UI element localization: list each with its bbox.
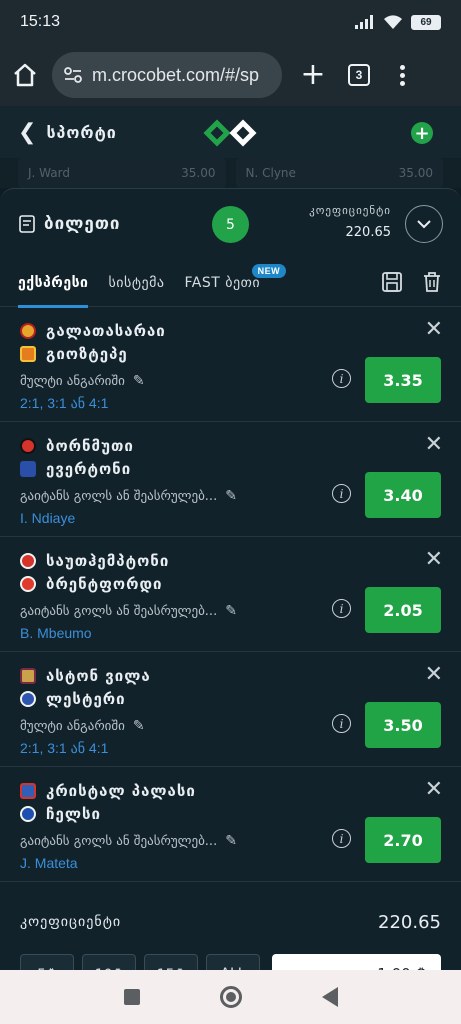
page-title: სპორტი — [46, 122, 117, 142]
stake-chip-all[interactable]: ALL — [206, 954, 260, 970]
edit-icon[interactable]: ✎ — [225, 833, 237, 849]
odds-button[interactable]: 2.05 — [365, 587, 441, 633]
betslip-panel: ბილეთი 5 კოეფიციენტი 220.65 ექსპრესი სის… — [0, 188, 461, 970]
bet-item: გალათასარაი გიოზტეპე მულტი ანგარიში ✎ 2:1… — [0, 307, 461, 422]
total-value: 220.65 — [378, 911, 441, 933]
tab-switcher-button[interactable]: 3 — [348, 64, 370, 86]
wifi-icon — [384, 14, 402, 29]
remove-bet-icon[interactable]: ✕ — [425, 662, 443, 687]
odds-button[interactable]: 2.70 — [365, 817, 441, 863]
home-team: კრისტალ პალასი — [20, 779, 441, 802]
market-name: მულტი ანგარიში — [20, 718, 125, 734]
signal-icon — [355, 15, 373, 29]
team-crest-icon — [20, 575, 36, 592]
site-settings-icon[interactable] — [64, 67, 82, 83]
home-team: ასტონ ვილა — [20, 664, 441, 687]
home-icon[interactable] — [12, 63, 38, 87]
stake-input[interactable]: 1.00 ₾ — [272, 954, 441, 970]
browser-menu-button[interactable] — [400, 64, 405, 86]
market-name: მულტი ანგარიში — [20, 373, 125, 389]
save-icon[interactable] — [381, 271, 403, 293]
coefficient-label: კოეფიციენტი — [309, 204, 391, 217]
info-icon[interactable]: i — [332, 369, 351, 388]
total-label: კოეფიციენტი — [20, 914, 122, 930]
bet-item: ბორნმუთი ევერტონი გაიტანს გოლს ან შეასრუ… — [0, 422, 461, 537]
status-time: 15:13 — [20, 13, 61, 30]
market-name: გაიტანს გოლს ან შეასრულებ... — [20, 833, 218, 849]
remove-bet-icon[interactable]: ✕ — [425, 777, 443, 802]
tab-fast-bet[interactable]: FAST ბეთი NEW — [185, 259, 287, 307]
background-cell: J. Ward 35.00 — [18, 158, 226, 188]
trash-icon[interactable] — [421, 271, 443, 293]
team-crest-icon — [20, 552, 36, 569]
bet-count-badge: 5 — [212, 206, 249, 243]
stake-row: 5₾ 10₾ 15₾ ALL 1.00 ₾ — [0, 954, 461, 970]
team-crest-icon — [20, 805, 36, 822]
home-nav-icon[interactable] — [219, 986, 242, 1008]
stake-chip-15[interactable]: 15₾ — [144, 954, 198, 970]
team-crest-icon — [20, 437, 36, 454]
add-icon[interactable]: + — [411, 122, 433, 144]
coefficient-value: 220.65 — [345, 225, 392, 240]
browser-toolbar: m.crocobet.com/#/sp + 3 — [0, 44, 461, 106]
site-header: ❮ სპორტი + — [0, 106, 461, 158]
betslip-actions — [381, 271, 443, 293]
system-nav-bar — [0, 970, 461, 1024]
odds-button[interactable]: 3.50 — [365, 702, 441, 748]
team-crest-icon — [20, 322, 36, 339]
edit-icon[interactable]: ✎ — [225, 488, 237, 504]
recents-icon[interactable] — [123, 989, 140, 1005]
team-crest-icon — [20, 345, 36, 362]
tab-express[interactable]: ექსპრესი — [18, 259, 89, 308]
info-icon[interactable]: i — [332, 714, 351, 733]
edit-icon[interactable]: ✎ — [133, 718, 145, 734]
ticket-icon — [19, 215, 35, 233]
home-team: საუთჰემპტონი — [20, 549, 441, 572]
coefficient-summary: კოეფიციენტი 220.65 — [309, 204, 391, 240]
back-nav-icon[interactable] — [321, 987, 338, 1007]
home-team: გალათასარაი — [20, 319, 441, 342]
bet-item: ასტონ ვილა ლესტერი მულტი ანგარიში ✎ 2:1, … — [0, 652, 461, 767]
info-icon[interactable]: i — [332, 484, 351, 503]
edit-icon[interactable]: ✎ — [133, 373, 145, 389]
battery-icon: 69 — [411, 14, 441, 30]
total-coefficient-row: კოეფიციენტი 220.65 — [0, 890, 461, 954]
stake-chip-5[interactable]: 5₾ — [20, 954, 74, 970]
status-bar: 15:13 69 — [0, 0, 461, 44]
tab-system[interactable]: სისტემა — [108, 259, 164, 307]
market-name: გაიტანს გოლს ან შეასრულებ... — [20, 488, 218, 504]
betslip-title: ბილეთი — [44, 214, 121, 234]
back-chevron-icon[interactable]: ❮ — [18, 120, 36, 145]
url-text: m.crocobet.com/#/sp — [92, 64, 260, 85]
team-crest-icon — [20, 460, 36, 477]
remove-bet-icon[interactable]: ✕ — [425, 317, 443, 342]
home-team: ბორნმუთი — [20, 434, 441, 457]
betslip-header[interactable]: ბილეთი 5 კოეფიციენტი 220.65 — [0, 189, 461, 259]
collapse-button[interactable] — [405, 205, 443, 243]
status-icons: 69 — [355, 14, 441, 30]
stake-chip-10[interactable]: 10₾ — [82, 954, 136, 970]
remove-bet-icon[interactable]: ✕ — [425, 547, 443, 572]
odds-button[interactable]: 3.35 — [365, 357, 441, 403]
background-cell: N. Clyne 35.00 — [235, 158, 443, 188]
odds-button[interactable]: 3.40 — [365, 472, 441, 518]
chevron-down-icon — [417, 219, 431, 228]
bet-item: კრისტალ პალასი ჩელსი გაიტანს გოლს ან შეა… — [0, 767, 461, 882]
bet-item: საუთჰემპტონი ბრენტფორდი გაიტანს გოლს ან … — [0, 537, 461, 652]
background-market-row: J. Ward 35.00 N. Clyne 35.00 — [0, 158, 461, 188]
new-tab-button[interactable]: + — [300, 60, 326, 90]
crocobet-logo[interactable] — [203, 118, 257, 148]
remove-bet-icon[interactable]: ✕ — [425, 432, 443, 457]
team-crest-icon — [20, 690, 36, 707]
betslip-tabs: ექსპრესი სისტემა FAST ბეთი NEW — [0, 259, 461, 308]
url-bar[interactable]: m.crocobet.com/#/sp — [52, 52, 282, 98]
team-crest-icon — [20, 667, 36, 684]
market-name: გაიტანს გოლს ან შეასრულებ... — [20, 603, 218, 619]
team-crest-icon — [20, 782, 36, 799]
new-badge: NEW — [251, 263, 287, 278]
info-icon[interactable]: i — [332, 829, 351, 848]
edit-icon[interactable]: ✎ — [225, 603, 237, 619]
info-icon[interactable]: i — [332, 599, 351, 618]
